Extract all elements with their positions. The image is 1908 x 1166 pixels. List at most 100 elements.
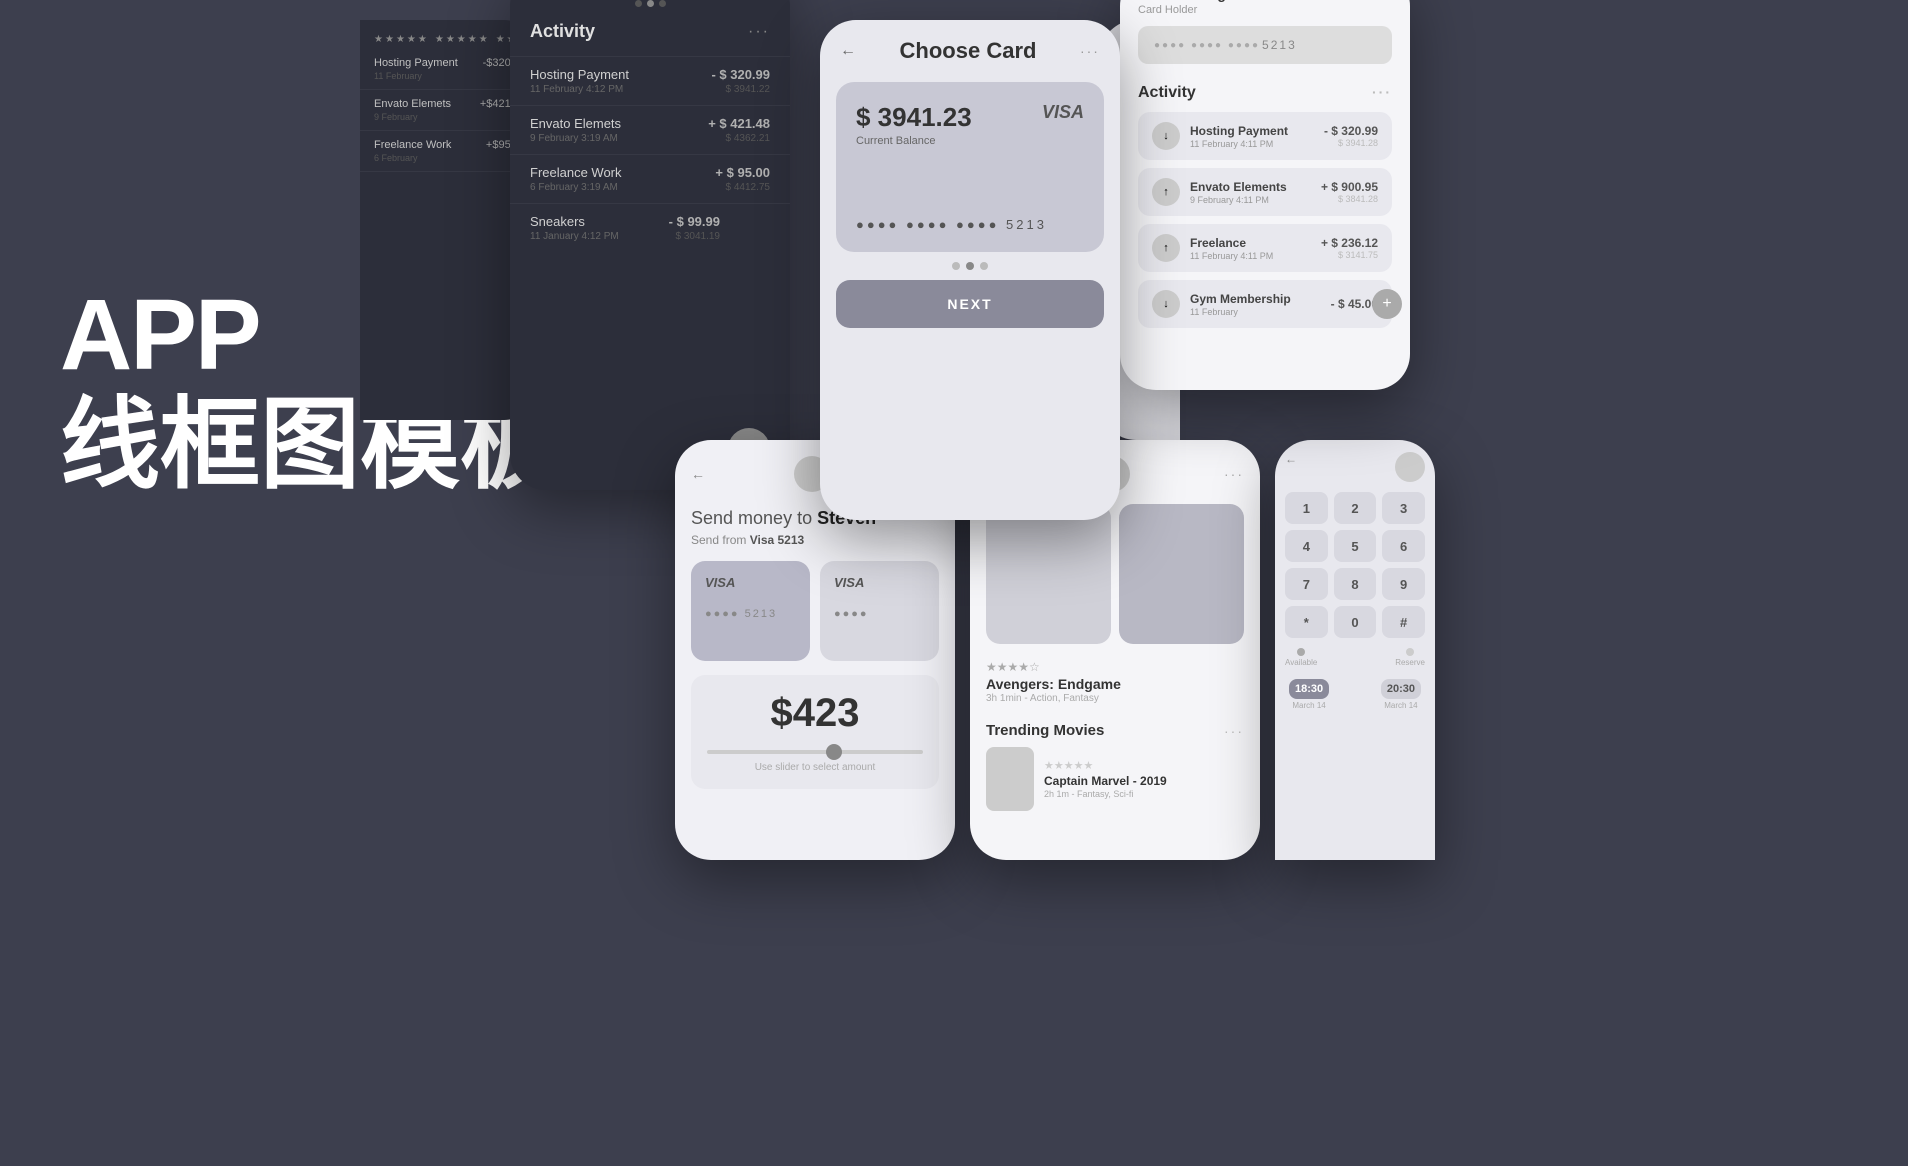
transaction-row: Sneakers 11 January 4:12 PM - $ 99.99 $ … [510,203,790,252]
menu-dots[interactable]: ··· [1372,84,1392,102]
transaction-name: Sneakers [530,214,619,229]
back-arrow-icon[interactable]: ← [1285,452,1297,482]
slider-label: Use slider to select amount [707,762,923,773]
mini-card-number: 5213 [1262,38,1297,52]
card-pagination [820,262,1120,270]
activity-row: ↑ Freelance 11 February 4:11 PM + $ 236.… [1138,224,1392,272]
activity-row: ↓ Gym Membership 11 February - $ 45.00 [1138,280,1392,328]
transaction-date: 11 January 4:12 PM [530,231,619,242]
menu-dots-icon[interactable]: ··· [1224,466,1244,482]
key-hash[interactable]: # [1382,606,1425,638]
movie-thumbnail [986,504,1111,644]
transaction-balance: $ 3041.19 [669,231,720,242]
card-dot[interactable] [952,262,960,270]
transaction-balance: $ 4362.21 [708,133,770,144]
visa-card-selected[interactable]: VISA ●●●● 5213 [691,561,810,661]
key-6[interactable]: 6 [1382,530,1425,562]
transaction-name: Hosting Payment [530,67,629,82]
send-from-card: Visa 5213 [750,533,805,547]
amount-panel: $423 Use slider to select amount [691,675,939,789]
holder-name: Antonia Berger [1138,0,1239,2]
payment-card: $ 3941.23 Current Balance VISA ●●●● ●●●●… [836,82,1104,252]
reserved-label: Reserve [1395,658,1425,667]
activity-title: Activity [530,21,595,42]
phone-schedule: ← 1 2 3 4 5 6 7 8 9 * 0 # Available Rese… [1275,440,1435,860]
menu-dots-icon[interactable]: ··· [1080,43,1100,59]
avatar [1395,452,1425,482]
transaction-date: 11 February 4:12 PM [530,84,629,95]
transaction-amount: + $ 421.48 [708,116,770,131]
visa-card-unselected[interactable]: VISA ●●●● [820,561,939,661]
keypad: 1 2 3 4 5 6 7 8 9 * 0 # [1285,492,1425,638]
transaction-row: Freelance Work 6 February 3:19 AM + $ 95… [510,154,790,203]
transaction-row: Hosting Payment 11 February 4:12 PM - $ … [510,56,790,105]
movie-description: 2h 1m - Fantasy, Sci-fi [1044,789,1167,799]
movie-thumbnail-small [986,747,1034,811]
movie-rating: ★★★★★ [1044,759,1167,772]
key-0[interactable]: 0 [1334,606,1377,638]
card-chooser-header: ← Choose Card ··· [820,20,1120,74]
transaction-icon: ↑ [1152,178,1180,206]
card-holder-section: Antonia Berger Card Holder [1120,0,1410,26]
activity-section: Activity ··· ↓ Hosting Payment 11 Februa… [1120,76,1410,344]
pagination-dots [510,0,790,7]
mini-card: ●●●● ●●●● ●●●● 5213 [1138,26,1392,64]
transaction-balance: $ 4412.75 [715,182,770,193]
transaction-icon: ↑ [1152,234,1180,262]
movie-meta: ★★★★☆ Avengers: Endgame 3h 1min - Action… [970,656,1260,712]
key-5[interactable]: 5 [1334,530,1377,562]
transaction-name: Freelance Work [530,165,622,180]
transaction-icon: ↓ [1152,290,1180,318]
card-number: ●●●● ●●●● ●●●● 5213 [856,217,1047,232]
slider-thumb[interactable] [826,744,842,760]
menu-dots-icon[interactable]: ··· [1224,723,1244,739]
activity-title: Activity ··· [1138,84,1392,102]
fab-button[interactable]: + [1372,289,1402,319]
phone-card-holder: Antonia Berger Card Holder ●●●● ●●●● ●●●… [1120,0,1410,390]
key-7[interactable]: 7 [1285,568,1328,600]
transaction-date: 9 February 3:19 AM [530,133,621,144]
dot [635,0,642,7]
key-2[interactable]: 2 [1334,492,1377,524]
time-display: 18:30 [1289,679,1329,699]
card-selector-row: VISA ●●●● 5213 VISA ●●●● [675,561,955,675]
schedule-times: 18:30 March 14 20:30 March 14 [1285,679,1425,710]
activity-row: ↑ Envato Elements 9 February 4:11 PM + $… [1138,168,1392,216]
time-slot[interactable]: 20:30 March 14 [1381,679,1421,710]
key-3[interactable]: 3 [1382,492,1425,524]
transaction-row: Envato Elemets 9 February 3:19 AM + $ 42… [510,105,790,154]
schedule-inner: ← 1 2 3 4 5 6 7 8 9 * 0 # Available Rese… [1275,440,1435,722]
transaction-amount: - $ 320.99 [711,67,770,82]
schedule-legend: Available Reserve [1285,648,1425,667]
transaction-amount: + $ 95.00 [715,165,770,180]
visa-logo: VISA [1042,102,1084,123]
back-arrow-icon[interactable]: ← [691,466,705,482]
amount-slider[interactable] [707,750,923,754]
movie-info: ★★★★★ Captain Marvel - 2019 2h 1m - Fant… [1044,759,1167,799]
phone-choose-card: ← Choose Card ··· $ 3941.23 Current Bala… [820,20,1120,520]
movie-thumbnail [1119,504,1244,644]
back-arrow-icon[interactable]: ← [840,42,856,60]
available-label: Available [1285,658,1317,667]
movie-title: Captain Marvel - 2019 [1044,774,1167,788]
key-4[interactable]: 4 [1285,530,1328,562]
transaction-balance: $ 3941.22 [711,84,770,95]
date-display: March 14 [1381,701,1421,710]
key-9[interactable]: 9 [1382,568,1425,600]
dot [659,0,666,7]
time-slot[interactable]: 18:30 March 14 [1289,679,1329,710]
time-display: 20:30 [1381,679,1421,699]
key-8[interactable]: 8 [1334,568,1377,600]
menu-dots[interactable]: ··· [748,23,770,41]
key-star[interactable]: * [1285,606,1328,638]
movie-description: 3h 1min - Action, Fantasy [986,693,1244,704]
transaction-amount: - $ 99.99 [669,214,720,229]
next-button[interactable]: NEXT [836,280,1104,328]
activity-row: ↓ Hosting Payment 11 February 4:11 PM - … [1138,112,1392,160]
movie-list-item: ★★★★★ Captain Marvel - 2019 2h 1m - Fant… [970,739,1260,811]
key-1[interactable]: 1 [1285,492,1328,524]
available-dot [1297,648,1305,656]
choose-card-title: Choose Card [900,38,1037,64]
card-dot-active[interactable] [966,262,974,270]
card-dot[interactable] [980,262,988,270]
